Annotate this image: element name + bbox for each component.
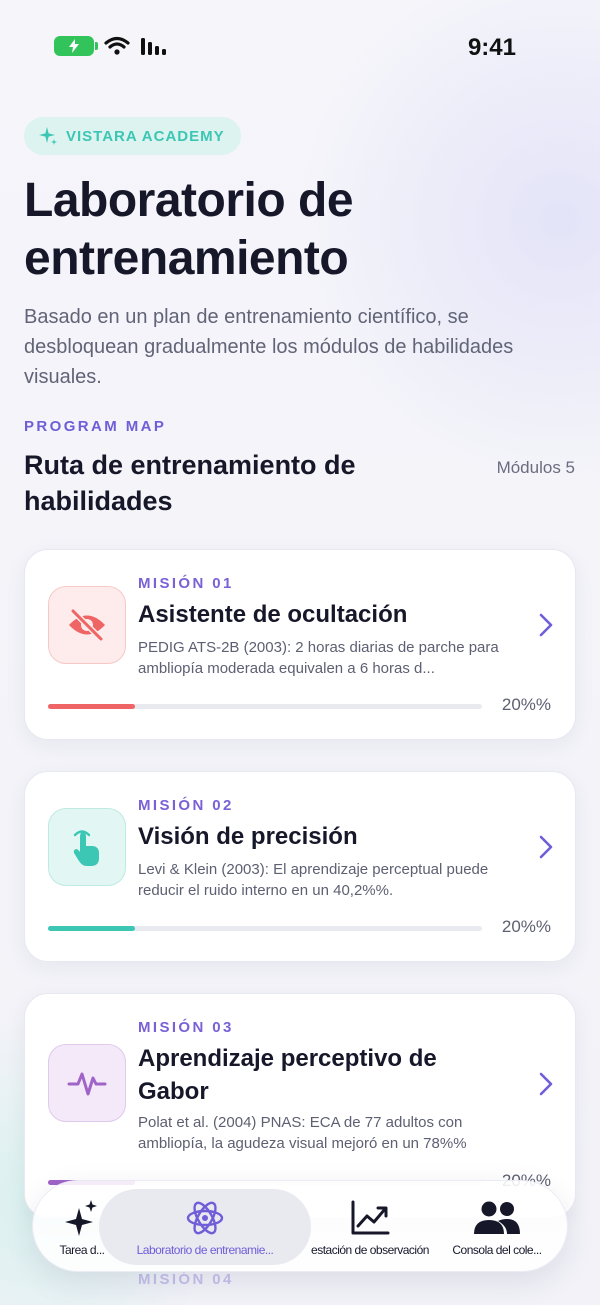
mission-number: MISIÓN 02 [138, 797, 234, 814]
chevron-right-icon [539, 613, 553, 637]
mission-card-02[interactable]: MISIÓN 02 Visión de precisión Levi & Kle… [24, 771, 576, 962]
tab-label: estación de observación [311, 1243, 429, 1257]
mission-number: MISIÓN 03 [138, 1019, 234, 1036]
tap-hand-icon [48, 808, 126, 886]
tab-daily-tasks[interactable]: Tarea d... [49, 1181, 115, 1271]
page-subtitle: Basado en un plan de entrenamiento cient… [24, 306, 514, 388]
status-time: 9:41 [467, 34, 516, 61]
mission-number: MISIÓN 01 [138, 575, 234, 592]
signal-icon [141, 38, 166, 55]
bottom-tab-bar: Tarea d... Laboratorio de entrenamie... … [32, 1180, 568, 1272]
section-label: PROGRAM MAP [24, 418, 167, 435]
mission-title: Asistente de ocultación [138, 601, 408, 628]
sparkles-icon [65, 1200, 97, 1236]
mission-title: Aprendizaje perceptivo de Gabor [138, 1045, 437, 1105]
chevron-right-icon [539, 835, 553, 859]
atom-icon [186, 1201, 224, 1235]
trend-chart-icon [351, 1200, 390, 1235]
tab-training-lab[interactable]: Laboratorio de entrenamie... [111, 1181, 299, 1271]
module-count: Módulos 5 [496, 458, 575, 477]
mission-card-01[interactable]: MISIÓN 01 Asistente de ocultación PEDIG … [24, 549, 576, 740]
progress-bar [48, 704, 482, 709]
tab-label: Consola del cole... [452, 1243, 542, 1257]
tab-observation-station[interactable]: estación de observación [299, 1181, 441, 1271]
eye-off-icon [48, 586, 126, 664]
wifi-icon [104, 36, 130, 55]
mission-description: Polat et al. (2004) PNAS: ECA de 77 adul… [138, 1114, 467, 1152]
pulse-wave-icon [48, 1044, 126, 1122]
mission-04-peek: MISIÓN 04 [138, 1271, 234, 1288]
battery-charging-icon [54, 36, 98, 56]
progress-bar [48, 926, 482, 931]
tab-label: Tarea d... [59, 1243, 105, 1257]
page-title: Laboratorio de entrenamiento [24, 174, 354, 285]
progress-percent: 20%% [501, 917, 551, 936]
mission-description: PEDIG ATS-2B (2003): 2 horas diarias de … [138, 639, 499, 677]
progress-fill [48, 926, 135, 931]
tab-school-console[interactable]: Consola del cole... [441, 1181, 553, 1271]
mission-description: Levi & Klein (2003): El aprendizaje perc… [138, 861, 489, 899]
mission-title: Visión de precisión [138, 823, 358, 850]
status-bar: 9:41 [0, 0, 600, 96]
progress-fill [48, 704, 135, 709]
academy-badge: VISTARA ACADEMY [24, 117, 241, 155]
badge-label: VISTARA ACADEMY [66, 127, 225, 145]
section-title: Ruta de entrenamiento de habilidades [24, 450, 356, 516]
sparkle-icon [39, 127, 57, 145]
chevron-right-icon [539, 1072, 553, 1096]
status-icons [54, 36, 170, 56]
progress-percent: 20%% [501, 695, 551, 714]
tab-label: Laboratorio de entrenamie... [136, 1243, 274, 1257]
people-icon [474, 1201, 520, 1234]
